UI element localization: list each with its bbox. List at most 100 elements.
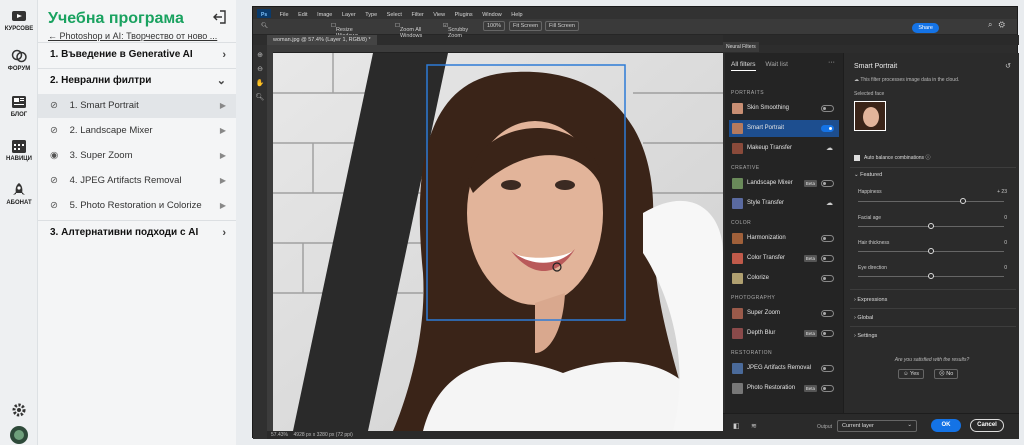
filter-smart-portrait[interactable]: Smart Portrait <box>729 120 839 137</box>
filter-super-zoom[interactable]: Super Zoom <box>729 305 839 322</box>
selected-face-thumbnail[interactable] <box>854 101 886 131</box>
rail-blog[interactable]: БЛОГ <box>0 94 38 118</box>
filter-jpeg-artifacts-removal[interactable]: JPEG Artifacts Removal <box>729 360 839 377</box>
slider-track-happiness[interactable] <box>858 201 1004 202</box>
cloud-download-icon[interactable]: ☁ <box>826 195 833 212</box>
section-1[interactable]: 1. Въведение в Generative AI › <box>38 42 236 66</box>
share-button[interactable]: Share <box>912 23 939 33</box>
course-title: Учебна програма <box>48 10 184 27</box>
ok-button[interactable]: OK <box>931 419 961 432</box>
filter-toggle[interactable] <box>821 330 834 337</box>
cancel-button[interactable]: Cancel <box>970 419 1004 432</box>
filter-toggle[interactable] <box>821 180 834 187</box>
rail-subscription[interactable]: АБОНАТ <box>0 182 38 206</box>
lesson-item[interactable]: ⊘ 4. JPEG Artifacts Removal ▶ <box>38 169 236 193</box>
avatar[interactable] <box>0 426 38 445</box>
output-select[interactable]: Current layer ⌄ <box>837 420 917 432</box>
zoom-out-icon[interactable]: ⊖ <box>253 65 267 73</box>
filter-depth-blur[interactable]: Depth Blur Beta <box>729 325 839 342</box>
zoom-tool-icon[interactable]: 🔍︎ <box>253 93 267 101</box>
lesson-label: 1. Smart Portrait <box>69 100 139 111</box>
zoom-in-icon[interactable]: ⊕ <box>253 51 267 59</box>
section-3[interactable]: 3. Алтернативни подходи с AI › <box>38 220 236 244</box>
feedback-no-button[interactable]: ☹ No <box>934 369 959 379</box>
filter-thumbnail <box>732 103 743 114</box>
settings-title: Smart Portrait <box>854 63 898 70</box>
filter-harmonization[interactable]: Harmonization <box>729 230 839 247</box>
rail-courses[interactable]: КУРСОВЕ <box>0 8 38 32</box>
filter-toggle[interactable] <box>821 125 834 132</box>
lesson-item[interactable]: ⊘ 2. Landscape Mixer ▶ <box>38 119 236 143</box>
filter-photo-restoration[interactable]: Photo Restoration Beta <box>729 380 839 397</box>
settings-button[interactable] <box>0 402 38 420</box>
menu-help[interactable]: Help <box>507 9 526 18</box>
window-controls[interactable]: ⌕⚙ <box>988 20 1011 30</box>
slider-knob-facial-age[interactable] <box>928 223 934 229</box>
menu-plugins[interactable]: Plugins <box>451 9 477 18</box>
menu-window[interactable]: Window <box>478 9 506 18</box>
rail-forum-label: ФОРУМ <box>7 66 31 72</box>
menu-filter[interactable]: Filter <box>408 9 428 18</box>
tab-all-filters[interactable]: All filters <box>731 61 756 71</box>
document-canvas[interactable] <box>273 53 723 431</box>
menu-edit[interactable]: Edit <box>294 9 311 18</box>
feedback-yes-button[interactable]: ☺ Yes <box>898 369 925 379</box>
neural-filters-tab[interactable]: Neural Filters <box>723 42 759 52</box>
menu-type[interactable]: Type <box>361 9 381 18</box>
resize-windows-checkbox[interactable]: ☐ Resize Windows to Fit <box>331 23 358 45</box>
document-tab[interactable]: woman.jpg @ 57.4% (Layer 1, RGB/8) * <box>267 35 377 45</box>
filter-landscape-mixer[interactable]: Landscape Mixer Beta <box>729 175 839 192</box>
layers-icon[interactable]: ≋ <box>751 422 757 430</box>
filter-toggle[interactable] <box>821 365 834 372</box>
filter-style-transfer[interactable]: Style Transfer ☁ <box>729 195 839 212</box>
filter-toggle[interactable] <box>821 255 834 262</box>
section-2[interactable]: 2. Неврални филтри ⌄ <box>38 68 236 92</box>
fit-screen-button[interactable]: Fit Screen <box>509 21 543 31</box>
hand-tool-icon[interactable]: ✋ <box>253 79 267 87</box>
featured-section-header[interactable]: ⌄ Featured <box>854 172 882 178</box>
zoom-100-button[interactable]: 100% <box>483 21 506 31</box>
cloud-download-icon[interactable]: ☁ <box>826 140 833 157</box>
auto-balance-checkbox[interactable]: Auto balance combinations ⓘ <box>854 154 930 161</box>
compare-icon[interactable]: ◧ <box>733 422 740 430</box>
menu-image[interactable]: Image <box>313 9 336 18</box>
lesson-item[interactable]: ◉ 3. Super Zoom ▶ <box>38 144 236 168</box>
lesson-label: 3. Super Zoom <box>69 150 133 161</box>
collapse-sidebar-button[interactable] <box>212 10 226 27</box>
slider-knob-hair-thickness[interactable] <box>928 248 934 254</box>
lesson-label: 2. Landscape Mixer <box>69 125 153 136</box>
forum-icon <box>11 49 27 63</box>
filter-skin-smoothing[interactable]: Skin Smoothing <box>729 100 839 117</box>
slider-knob-eye-direction[interactable] <box>928 273 934 279</box>
filter-toggle[interactable] <box>821 105 834 112</box>
lesson-item[interactable]: ⊘ 1. Smart Portrait ▶ <box>38 94 236 118</box>
scrubby-zoom-checkbox[interactable]: ☑ Scrubby Zoom <box>443 23 468 39</box>
more-options-icon[interactable]: ··· <box>828 59 835 66</box>
fill-screen-button[interactable]: Fill Screen <box>545 21 579 31</box>
filter-toggle[interactable] <box>821 385 834 392</box>
global-section-header[interactable]: › Global <box>854 315 873 321</box>
chevron-down-icon: ⌄ <box>907 422 912 428</box>
expressions-section-header[interactable]: › Expressions <box>854 297 887 303</box>
menu-select[interactable]: Select <box>383 9 406 18</box>
menu-file[interactable]: File <box>276 9 293 18</box>
filter-toggle[interactable] <box>821 310 834 317</box>
filter-thumbnail <box>732 123 743 134</box>
menu-view[interactable]: View <box>429 9 449 18</box>
tab-wait-list[interactable]: Wait list <box>765 61 788 68</box>
zoom-all-checkbox[interactable]: ☐ Zoom All Windows <box>395 23 422 39</box>
filter-toggle[interactable] <box>821 275 834 282</box>
filter-makeup-transfer[interactable]: Makeup Transfer ☁ <box>729 140 839 157</box>
reset-icon[interactable]: ↺ <box>1005 62 1011 70</box>
course-breadcrumb-link[interactable]: ← Photoshop и AI: Творчество от ново ... <box>48 31 233 41</box>
filter-toggle[interactable] <box>821 235 834 242</box>
rail-forum[interactable]: ФОРУМ <box>0 48 38 72</box>
filter-colorize[interactable]: Colorize <box>729 270 839 287</box>
video-frame[interactable]: Ps File Edit Image Layer Type Select Fil… <box>252 6 1019 439</box>
menu-layer[interactable]: Layer <box>338 9 360 18</box>
rail-skills[interactable]: НАВИЦИ <box>0 138 38 162</box>
filter-color-transfer[interactable]: Color Transfer Beta <box>729 250 839 267</box>
settings-section-header[interactable]: › Settings <box>854 333 877 339</box>
slider-knob-happiness[interactable] <box>960 198 967 204</box>
lesson-item[interactable]: ⊘ 5. Photo Restoration и Colorize ▶ <box>38 194 236 218</box>
